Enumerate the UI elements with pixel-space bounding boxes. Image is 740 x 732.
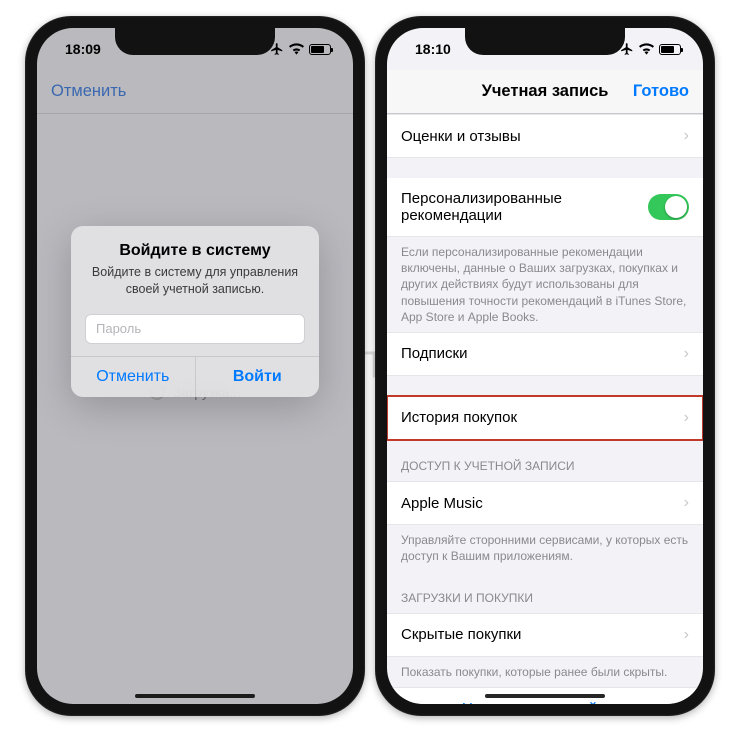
cancel-button[interactable]: Отменить xyxy=(51,82,126,101)
row-hidden-purchases[interactable]: Скрытые покупки › xyxy=(387,613,703,657)
phone-left: 18:09 Отменить Загрузка... Войдите в сис… xyxy=(25,16,365,716)
chevron-right-icon: › xyxy=(684,409,689,427)
home-indicator[interactable] xyxy=(485,694,605,698)
row-purchase-history[interactable]: История покупок › xyxy=(387,396,703,440)
chevron-right-icon: › xyxy=(684,626,689,644)
section-header: ДОСТУП К УЧЕТНОЙ ЗАПИСИ xyxy=(387,440,703,481)
battery-icon xyxy=(309,44,331,55)
row-ratings-reviews[interactable]: Оценки и отзывы › xyxy=(387,114,703,158)
row-apple-music[interactable]: Apple Music › xyxy=(387,481,703,525)
notch xyxy=(465,28,625,55)
section-footer: Показать покупки, которые ранее были скр… xyxy=(387,657,703,687)
row-label: Оценки и отзывы xyxy=(401,128,521,145)
toggle-personalized[interactable] xyxy=(648,194,689,220)
password-field[interactable]: Пароль xyxy=(85,314,305,344)
home-indicator[interactable] xyxy=(135,694,255,698)
row-label: Подписки xyxy=(401,345,468,362)
nav-bar: Учетная запись Готово xyxy=(387,70,703,114)
row-subscriptions[interactable]: Подписки › xyxy=(387,332,703,376)
battery-icon xyxy=(659,44,681,55)
wifi-icon xyxy=(639,43,654,55)
row-label: Скрытые покупки xyxy=(401,626,521,643)
row-label: Персонализированные рекомендации xyxy=(401,190,648,224)
chevron-right-icon: › xyxy=(684,345,689,363)
done-button[interactable]: Готово xyxy=(633,82,689,101)
wifi-icon xyxy=(289,43,304,55)
alert-cancel-button[interactable]: Отменить xyxy=(71,357,195,397)
chevron-right-icon: › xyxy=(684,494,689,512)
row-personalized-recommendations[interactable]: Персонализированные рекомендации xyxy=(387,178,703,237)
row-label: Apple Music xyxy=(401,495,483,512)
alert-message: Войдите в систему для управления своей у… xyxy=(85,264,305,298)
section-footer: Если персонализированные рекомендации вк… xyxy=(387,237,703,332)
row-label: История покупок xyxy=(401,409,517,426)
password-placeholder: Пароль xyxy=(96,321,141,336)
status-time: 18:10 xyxy=(415,41,451,57)
login-alert: Войдите в систему Войдите в систему для … xyxy=(71,226,319,397)
status-time: 18:09 xyxy=(65,41,101,57)
section-footer: Управляйте сторонними сервисами, у котор… xyxy=(387,525,703,571)
phone-right: 18:10 Учетная запись Готово Оценки и отз… xyxy=(375,16,715,716)
nav-bar: Отменить xyxy=(37,70,353,114)
notch xyxy=(115,28,275,55)
alert-login-button[interactable]: Войти xyxy=(195,357,320,397)
section-header: ЗАГРУЗКИ И ПОКУПКИ xyxy=(387,572,703,613)
settings-list[interactable]: Оценки и отзывы › Персонализированные ре… xyxy=(387,114,703,704)
chevron-right-icon: › xyxy=(684,127,689,145)
alert-title: Войдите в систему xyxy=(85,242,305,260)
